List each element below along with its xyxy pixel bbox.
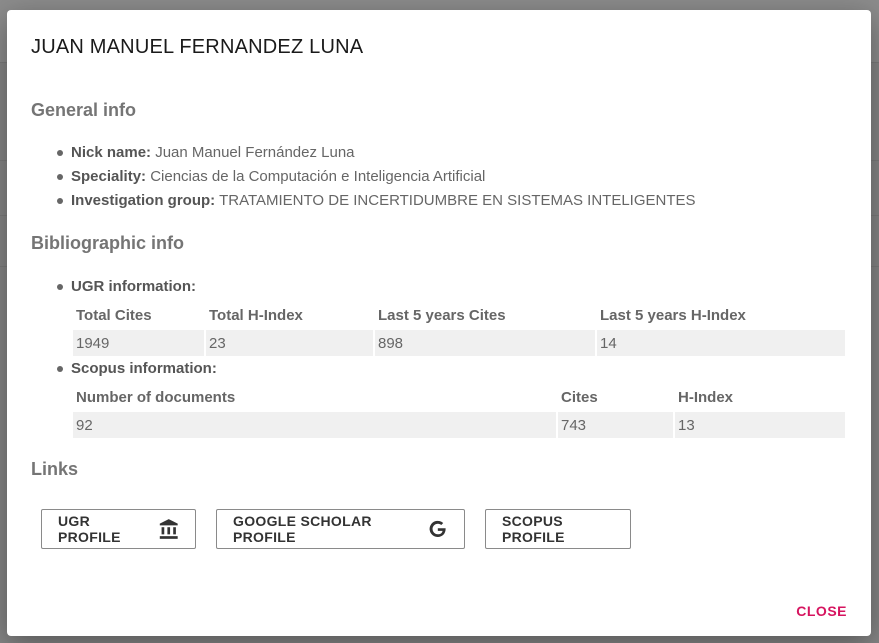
scopus-profile-label: SCOPUS PROFILE <box>502 513 565 545</box>
table-cell: 14 <box>597 330 845 356</box>
google-scholar-profile-label: GOOGLE SCHOLAR PROFILE <box>233 513 372 545</box>
table-row: 1949 23 898 14 <box>73 330 845 356</box>
speciality-value: Ciencias de la Computación e Inteligenci… <box>150 168 486 185</box>
table-cell: 13 <box>675 412 845 438</box>
scopus-information-table: Number of documents Cites H-Index 92 743… <box>71 382 847 440</box>
ugr-information-label: UGR information: <box>57 278 196 295</box>
institution-icon <box>159 519 178 539</box>
table-header: Total Cites <box>76 306 152 324</box>
investigation-group-label: Investigation group: <box>71 192 216 209</box>
google-scholar-profile-button[interactable]: GOOGLE SCHOLAR PROFILE <box>216 509 465 549</box>
table-cell: 898 <box>375 330 595 356</box>
general-info-list: Nick name: Juan Manuel Fernández Luna Sp… <box>31 141 696 213</box>
table-header: Total H-Index <box>209 306 303 324</box>
table-header: Last 5 years H-Index <box>600 306 746 324</box>
table-header-row: Total Cites Total H-Index Last 5 years C… <box>73 302 845 328</box>
investigation-group-item: Investigation group: TRATAMIENTO DE INCE… <box>31 189 696 213</box>
speciality-label: Speciality: <box>71 168 147 185</box>
dialog-title: JUAN MANUEL FERNANDEZ LUNA <box>31 36 364 58</box>
table-cell: 1949 <box>73 330 204 356</box>
ugr-information-table: Total Cites Total H-Index Last 5 years C… <box>71 300 847 358</box>
general-info-heading: General info <box>31 100 137 120</box>
nick-name-label: Nick name: <box>71 144 152 161</box>
nick-name-item: Nick name: Juan Manuel Fernández Luna <box>31 141 696 165</box>
links-heading: Links <box>31 459 79 479</box>
table-cell: 743 <box>558 412 673 438</box>
table-header-row: Number of documents Cites H-Index <box>73 384 845 410</box>
table-cell: 92 <box>73 412 556 438</box>
table-row: 92 743 13 <box>73 412 845 438</box>
ugr-profile-label: UGR PROFILE <box>58 513 121 545</box>
google-icon <box>429 520 446 537</box>
table-header: Number of documents <box>76 388 236 406</box>
researcher-dialog: JUAN MANUEL FERNANDEZ LUNA General info … <box>7 10 871 636</box>
table-header: H-Index <box>678 388 734 406</box>
table-header: Cites <box>561 388 598 406</box>
investigation-group-value: TRATAMIENTO DE INCERTIDUMBRE EN SISTEMAS… <box>219 192 696 209</box>
speciality-item: Speciality: Ciencias de la Computación e… <box>31 165 696 189</box>
nick-name-value: Juan Manuel Fernández Luna <box>155 144 355 161</box>
scopus-information-label: Scopus information: <box>57 360 217 377</box>
bibliographic-info-heading: Bibliographic info <box>31 233 184 253</box>
close-button[interactable]: CLOSE <box>796 603 847 619</box>
table-cell: 23 <box>206 330 373 356</box>
scopus-profile-button[interactable]: SCOPUS PROFILE <box>485 509 631 549</box>
table-header: Last 5 years Cites <box>378 306 506 324</box>
ugr-profile-button[interactable]: UGR PROFILE <box>41 509 196 549</box>
